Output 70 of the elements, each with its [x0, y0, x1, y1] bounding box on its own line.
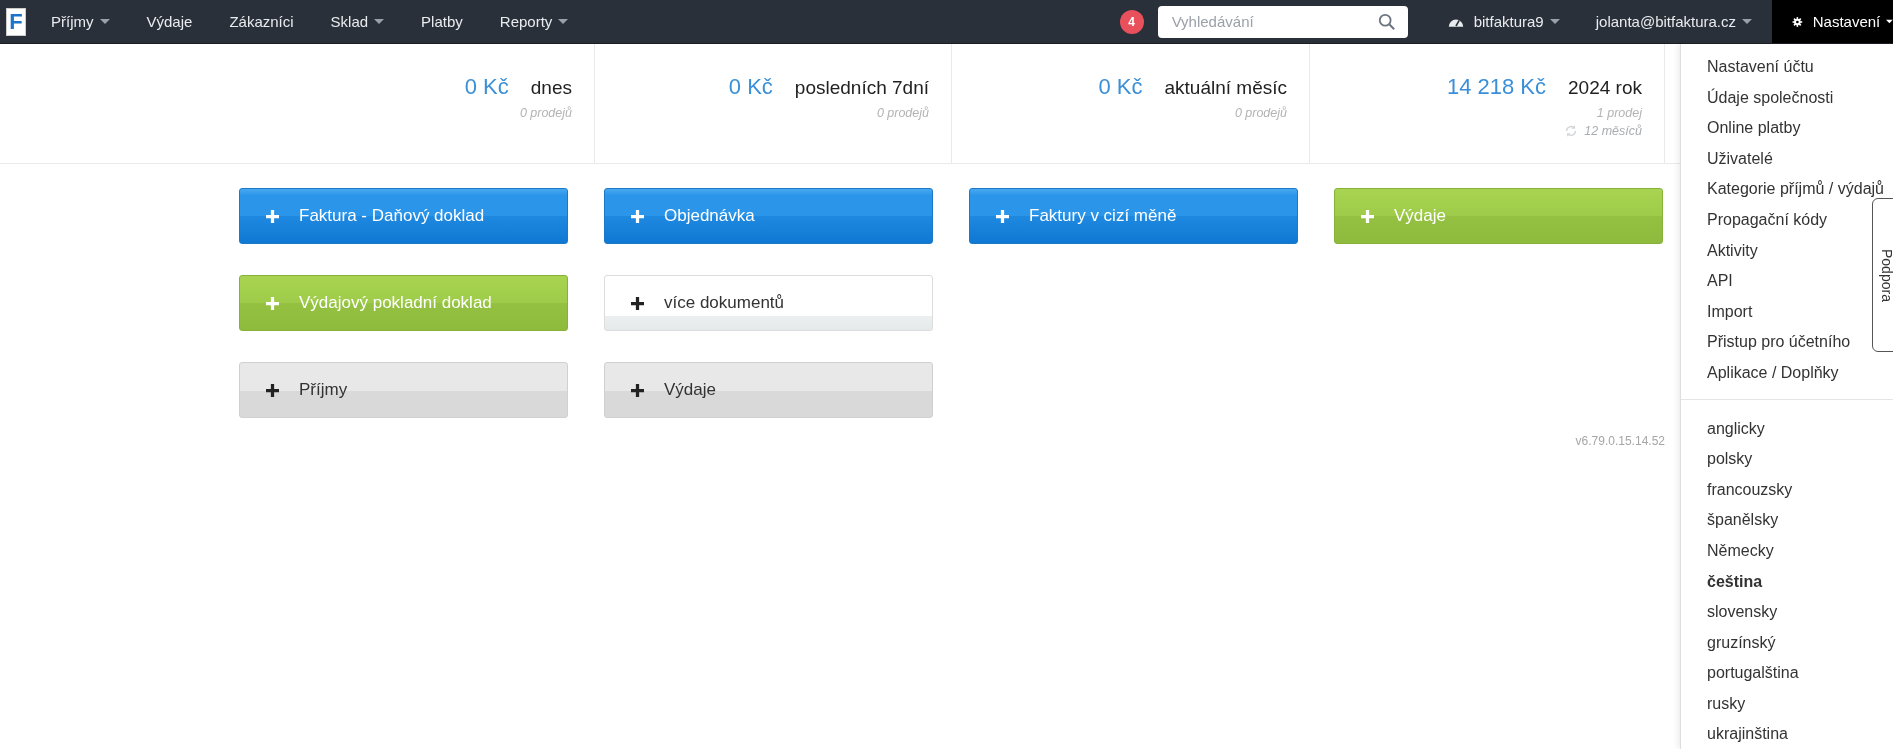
stat-period: dnes	[530, 77, 572, 99]
dropdown-menu-item[interactable]: Uživatelé	[1707, 143, 1773, 175]
caret-icon	[1742, 19, 1752, 24]
plus-icon	[631, 296, 644, 310]
language-option[interactable]: polsky	[1707, 444, 1753, 475]
stat-period: 2024 rok	[1568, 77, 1642, 99]
stat-amount: 0 Kč	[728, 74, 773, 100]
add-document-button[interactable]: Výdaje	[604, 362, 933, 418]
language-option[interactable]: francouzsky	[1707, 474, 1793, 506]
add-document-button[interactable]: Objednávka	[604, 188, 933, 244]
stat-period: posledních 7dní	[794, 77, 929, 99]
plus-icon	[266, 383, 279, 397]
app-logo[interactable]: F	[6, 7, 26, 36]
navbar-menu-item[interactable]: jolanta@bitfaktura.cz	[1579, 0, 1768, 43]
stat-range: 12 měsíců	[1584, 124, 1642, 138]
plus-icon	[266, 296, 279, 310]
stat-count: 0 prodejů	[876, 106, 929, 120]
nav-menu-item[interactable]: Platby	[421, 13, 463, 30]
gear-icon	[1792, 14, 1803, 29]
caret-icon	[99, 19, 110, 24]
dropdown-menu-item[interactable]: Údaje společnosti	[1707, 82, 1834, 114]
language-option[interactable]: portugalština	[1707, 658, 1799, 689]
plus-icon	[1361, 209, 1374, 223]
nav-menu-item[interactable]: Příjmy	[51, 13, 110, 30]
caret-icon	[1549, 19, 1560, 24]
notification-badge[interactable]: 4	[1119, 9, 1144, 34]
dropdown-menu-item[interactable]: Online platby	[1707, 113, 1801, 144]
language-option[interactable]: čeština	[1707, 566, 1763, 598]
language-option[interactable]: Německy	[1707, 535, 1774, 567]
add-document-button[interactable]: Faktury v cizí měně	[969, 188, 1298, 244]
support-tab[interactable]: Podpora	[1872, 198, 1893, 352]
dropdown-menu-item[interactable]: Přistup pro účetního	[1707, 327, 1851, 358]
stat-count: 0 prodejů	[1234, 106, 1287, 120]
language-option[interactable]: slovensky	[1707, 597, 1778, 628]
dropdown-menu-item[interactable]: Propagační kódy	[1707, 204, 1828, 236]
stat-period: aktuální měsíc	[1164, 77, 1287, 99]
stat-amount: 0 Kč	[1098, 74, 1143, 100]
plus-icon	[266, 209, 279, 223]
stat-count: 1 prodej	[1596, 106, 1642, 120]
language-option[interactable]: anglicky	[1707, 413, 1765, 445]
caret-icon	[1886, 19, 1893, 24]
nav-menu-item[interactable]: Reporty	[499, 13, 569, 30]
search-field[interactable]: Vyhledávání	[1157, 5, 1408, 38]
add-document-button[interactable]: více dokumentů	[604, 275, 933, 331]
language-option[interactable]: rusky	[1707, 688, 1746, 720]
nav-menu-item[interactable]: Výdaje	[146, 13, 193, 30]
search-icon	[1377, 12, 1396, 31]
dropdown-menu-item[interactable]: Nastavení účtu	[1707, 52, 1814, 83]
caret-icon	[374, 19, 385, 24]
add-document-button[interactable]: Příjmy	[239, 362, 568, 418]
plus-icon	[631, 383, 644, 397]
refresh-icon[interactable]	[1564, 124, 1579, 138]
stat-amount: 0 Kč	[464, 74, 509, 100]
dropdown-menu-item[interactable]: Aktivity	[1707, 235, 1758, 267]
plus-icon	[996, 209, 1009, 223]
language-option[interactable]: španělsky	[1707, 505, 1779, 536]
navbar-menu-item[interactable]: Nastavení	[1772, 0, 1893, 43]
language-option[interactable]: gruzínský	[1707, 627, 1776, 659]
dropdown-menu-item[interactable]: Aplikace / Doplňky	[1707, 357, 1839, 389]
dropdown-menu-item[interactable]: Import	[1707, 296, 1753, 328]
version-label: v6.79.0.15.14.52	[1574, 434, 1665, 448]
nav-menu-item[interactable]: Sklad	[330, 13, 385, 30]
language-option[interactable]: ukrajinština	[1707, 719, 1788, 749]
dropdown-menu-item[interactable]: API	[1707, 266, 1733, 297]
caret-icon	[558, 19, 569, 24]
plus-icon	[631, 209, 644, 223]
navbar-menu-item[interactable]: bitfaktura9	[1431, 0, 1576, 43]
nav-menu-item[interactable]: Zákazníci	[229, 13, 294, 30]
stat-count: 0 prodejů	[519, 106, 572, 120]
stat-amount: 14 218 Kč	[1446, 74, 1547, 100]
